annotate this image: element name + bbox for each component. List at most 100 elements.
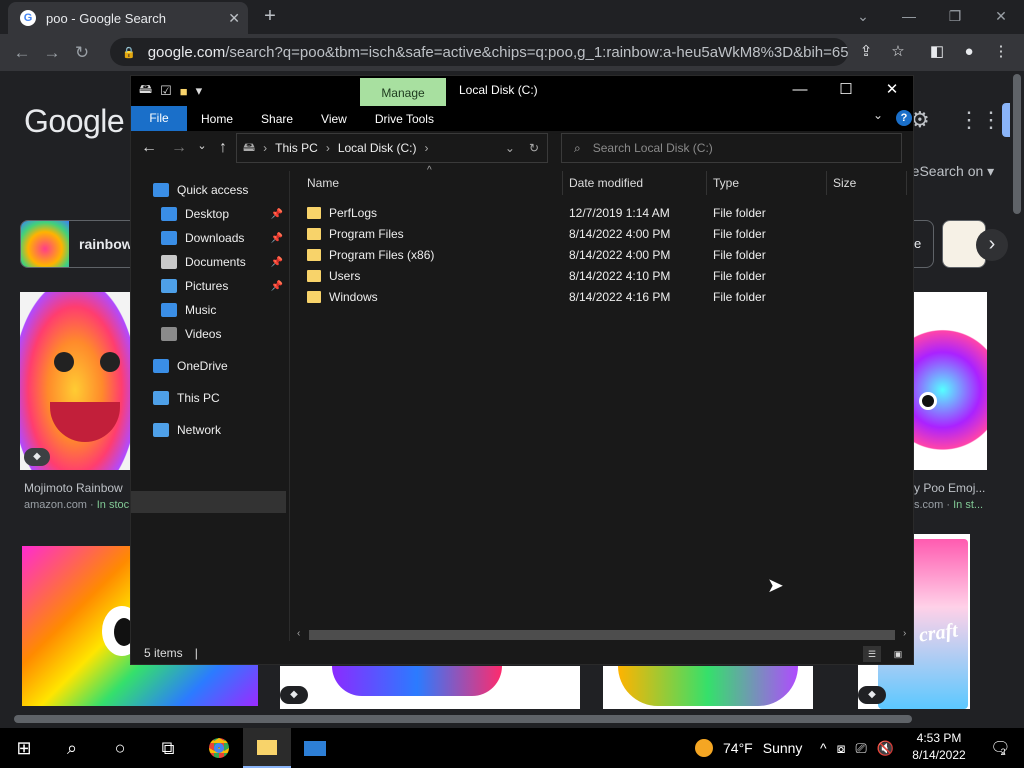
profile-icon[interactable]: ● xyxy=(956,40,982,64)
column-type[interactable]: Type xyxy=(707,171,827,195)
minimize-icon[interactable]: — xyxy=(777,76,823,106)
details-view-icon[interactable]: ☰ xyxy=(863,646,881,662)
tab-search-icon[interactable]: ⌄ xyxy=(840,4,886,28)
tab-view[interactable]: View xyxy=(307,112,361,126)
scroll-right-icon[interactable]: › xyxy=(903,628,906,639)
tab-share[interactable]: Share xyxy=(247,112,307,126)
nav-item-documents[interactable]: Documents 📌 xyxy=(161,251,283,273)
notification-center-icon[interactable]: 🗨 2 xyxy=(978,728,1018,768)
file-explorer-icon[interactable] xyxy=(243,728,291,768)
apps-grid-icon[interactable]: ⋮⋮ xyxy=(958,107,1002,133)
properties-icon[interactable]: ☑ xyxy=(160,83,172,99)
manage-tab[interactable]: Manage xyxy=(360,78,446,106)
task-view-icon[interactable]: ⧉ xyxy=(144,728,192,768)
nav-item-desktop[interactable]: Desktop 📌 xyxy=(161,203,283,225)
breadcrumb-local-disk[interactable]: Local Disk (C:) xyxy=(338,141,417,155)
tab-home[interactable]: Home xyxy=(187,112,247,126)
nav-item-this-pc[interactable]: This PC xyxy=(153,387,283,409)
nav-item-pictures[interactable]: Pictures 📌 xyxy=(161,275,283,297)
back-icon[interactable]: ← xyxy=(138,139,160,157)
clock[interactable]: 4:53 PM 8/14/2022 xyxy=(908,730,970,764)
refresh-icon[interactable]: ↻ xyxy=(529,141,539,155)
expand-ribbon-icon[interactable]: ⌄ xyxy=(873,108,883,122)
result-title-2[interactable]: y Poo Emoj... xyxy=(914,481,985,495)
close-window-icon[interactable]: ✕ xyxy=(978,4,1024,28)
large-icons-view-icon[interactable]: ▣ xyxy=(889,646,907,662)
safesearch-toggle[interactable]: afeSearch on ▾ xyxy=(900,163,994,180)
close-icon[interactable]: ✕ xyxy=(869,76,915,106)
bookmark-star-icon[interactable]: ☆ xyxy=(885,40,911,64)
table-row[interactable]: Windows 8/14/2022 4:16 PM File folder xyxy=(307,287,867,308)
sign-in-button-edge[interactable] xyxy=(1002,103,1010,137)
breadcrumb[interactable]: 🖴 › This PC › Local Disk (C:) › ⌄ ↻ xyxy=(236,133,548,163)
column-size[interactable]: Size xyxy=(827,171,907,195)
file-list-horizontal-scrollbar[interactable]: ‹ › xyxy=(297,628,911,642)
address-bar[interactable]: 🔒 google.com/search?q=poo&tbm=isch&safe=… xyxy=(110,38,848,66)
maximize-icon[interactable]: ☐ xyxy=(823,76,869,106)
google-logo[interactable]: Google xyxy=(24,103,125,140)
table-row[interactable]: Program Files 8/14/2022 4:00 PM File folde… xyxy=(307,224,867,245)
nav-item-downloads[interactable]: Downloads 📌 xyxy=(161,227,283,249)
browser-tab[interactable]: G poo - Google Search ✕ xyxy=(8,2,248,34)
back-icon[interactable]: ← xyxy=(7,43,37,63)
reload-icon[interactable]: ↻ xyxy=(67,43,97,63)
minimize-icon[interactable]: — xyxy=(886,4,932,28)
pin-icon[interactable]: 📌 xyxy=(271,281,283,292)
column-name[interactable]: Name xyxy=(301,171,563,195)
image-result-4[interactable]: ◆ xyxy=(280,666,580,709)
forward-icon[interactable]: → xyxy=(168,139,190,157)
nav-item-videos[interactable]: Videos xyxy=(161,323,283,345)
chip-rainbow[interactable]: rainbow xyxy=(20,220,140,268)
image-result-1[interactable]: ◆ xyxy=(20,292,130,470)
table-row[interactable]: PerfLogs 12/7/2019 1:14 AM File folder xyxy=(307,203,867,224)
vertical-scrollbar[interactable] xyxy=(1010,71,1024,710)
share-icon[interactable]: ⇪ xyxy=(853,40,879,64)
result-title-1[interactable]: Mojimoto Rainbow xyxy=(24,481,123,495)
chip-partial[interactable]: e xyxy=(912,220,934,268)
chevron-right-icon[interactable]: › xyxy=(976,229,1008,261)
column-date-modified[interactable]: Date modified xyxy=(563,171,707,195)
table-row[interactable]: Users 8/14/2022 4:10 PM File folder xyxy=(307,266,867,287)
image-result-5[interactable] xyxy=(603,666,813,709)
breadcrumb-this-pc[interactable]: This PC xyxy=(275,141,318,155)
cortana-icon[interactable]: ○ xyxy=(96,728,144,768)
tab-drive-tools[interactable]: Drive Tools xyxy=(361,112,448,126)
horizontal-scrollbar[interactable] xyxy=(0,710,1024,727)
restore-icon[interactable]: ❐ xyxy=(932,4,978,28)
new-tab-button[interactable]: + xyxy=(258,6,282,28)
search-icon[interactable]: ⌕ xyxy=(48,728,96,768)
mail-icon[interactable] xyxy=(291,728,339,768)
pin-icon[interactable]: 📌 xyxy=(271,233,283,244)
close-tab-icon[interactable]: ✕ xyxy=(228,10,240,27)
chrome-icon[interactable] xyxy=(195,728,243,768)
volume-muted-icon[interactable]: 🔇 xyxy=(877,740,894,757)
weather-widget[interactable]: 74°F Sunny xyxy=(695,728,802,768)
up-icon[interactable]: ↑ xyxy=(212,139,234,157)
customize-quick-access-icon[interactable]: ▾ xyxy=(196,83,203,99)
folder-icon xyxy=(307,207,321,219)
help-icon[interactable]: ? xyxy=(896,110,912,126)
tab-file[interactable]: File xyxy=(131,106,187,131)
pane-divider[interactable] xyxy=(289,171,290,641)
network-icon[interactable]: ⎚ xyxy=(855,740,866,757)
nav-item-network[interactable]: Network xyxy=(153,419,283,441)
menu-icon[interactable]: ⋮ xyxy=(988,40,1014,64)
pin-icon[interactable]: 📌 xyxy=(271,257,283,268)
side-panel-icon[interactable]: ◧ xyxy=(924,40,950,64)
windows-start-icon[interactable]: ⊞ xyxy=(0,728,48,768)
forward-icon[interactable]: → xyxy=(37,43,67,63)
pin-icon[interactable]: 📌 xyxy=(271,209,283,220)
nav-item-onedrive[interactable]: OneDrive xyxy=(153,355,283,377)
meet-now-icon[interactable]: ⧇ xyxy=(837,740,846,757)
new-folder-icon[interactable]: ■ xyxy=(180,84,188,99)
recent-locations-icon[interactable]: ⌄ xyxy=(191,139,213,152)
image-result-2[interactable] xyxy=(913,292,987,470)
nav-item-music[interactable]: Music xyxy=(161,299,283,321)
scroll-left-icon[interactable]: ‹ xyxy=(297,628,300,639)
table-row[interactable]: Program Files (x86) 8/14/2022 4:00 PM File… xyxy=(307,245,867,266)
chevron-down-icon[interactable]: ⌄ xyxy=(505,141,515,155)
search-input[interactable]: ⌕ Search Local Disk (C:) xyxy=(561,133,902,163)
show-hidden-icons-icon[interactable]: ^ xyxy=(820,740,827,756)
file-name: Program Files (x86) xyxy=(329,248,435,262)
nav-item-quick-access[interactable]: Quick access xyxy=(153,179,283,201)
